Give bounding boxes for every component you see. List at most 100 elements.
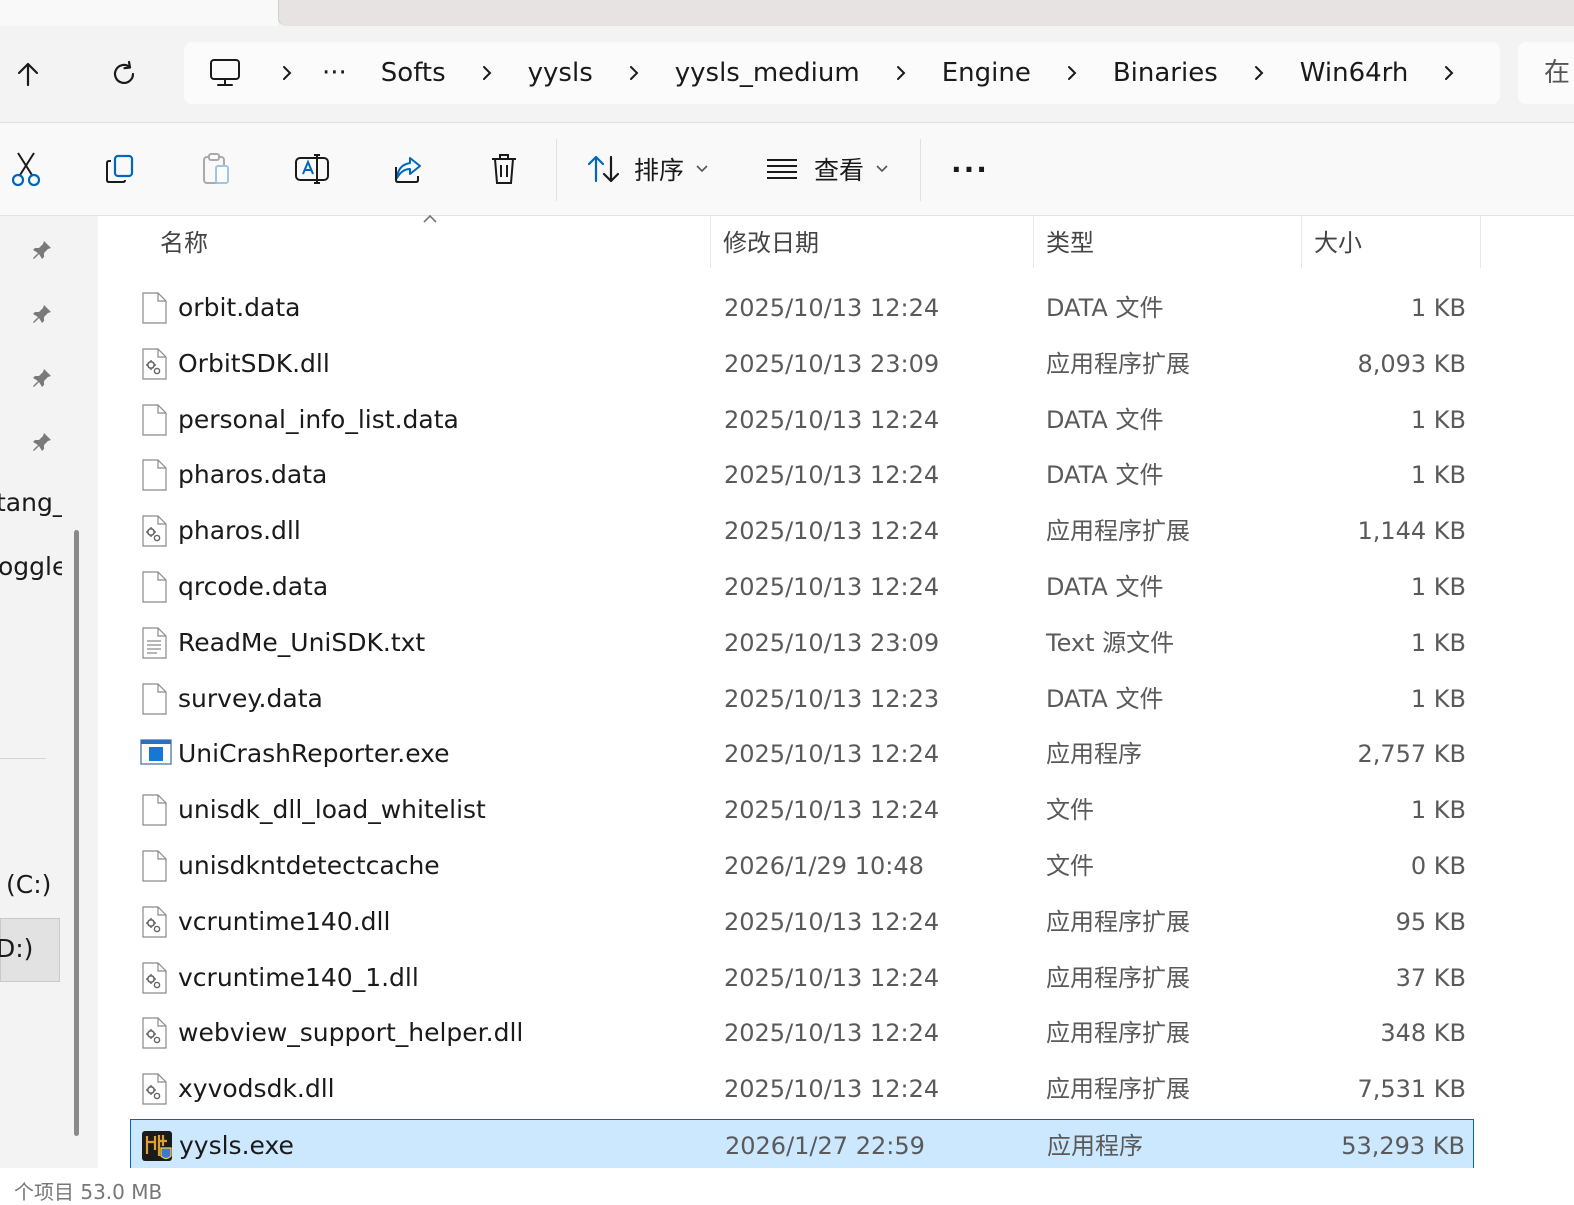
this-pc-icon[interactable]	[208, 57, 250, 89]
pane-splitter[interactable]	[62, 216, 98, 1168]
column-header-size[interactable]: 大小	[1314, 216, 1362, 270]
chevron-right-icon[interactable]	[623, 62, 645, 84]
copy-button[interactable]	[100, 147, 140, 191]
file-row[interactable]: xyvodsdk.dll 2025/10/13 12:24 应用程序扩展 7,531 …	[130, 1063, 1474, 1115]
breadcrumb-item-yysls[interactable]: yysls	[528, 58, 593, 88]
status-text: 个项目 53.0 MB	[14, 1180, 163, 1204]
chevron-right-icon[interactable]	[476, 62, 498, 84]
navigation-pane: tang_ oggle (C:) D:)	[0, 216, 62, 1168]
file-name: vcruntime140_1.dll	[178, 962, 419, 992]
breadcrumb-item-binaries[interactable]: Binaries	[1113, 58, 1218, 88]
breadcrumb-item-yysls-medium[interactable]: yysls_medium	[675, 58, 860, 88]
file-type: DATA 文件	[1046, 405, 1164, 434]
view-button[interactable]: 查看	[764, 147, 890, 191]
cut-button[interactable]	[6, 147, 46, 191]
blank-file-icon	[140, 850, 168, 882]
dll-file-icon	[140, 348, 168, 380]
column-header-name[interactable]: 名称	[160, 216, 208, 270]
exe-window-icon	[140, 738, 172, 770]
column-divider[interactable]	[1480, 216, 1481, 268]
breadcrumb: ··· Softs yysls yysls_medium Engine Bina…	[184, 42, 1460, 104]
pin-icon[interactable]	[30, 430, 54, 454]
share-button[interactable]	[388, 147, 428, 191]
file-row[interactable]: vcruntime140.dll 2025/10/13 12:24 应用程序扩展 95…	[130, 896, 1474, 948]
chevron-right-icon[interactable]	[890, 62, 912, 84]
file-row[interactable]: personal_info_list.data 2025/10/13 12:24 D…	[130, 394, 1474, 446]
column-divider[interactable]	[710, 216, 711, 268]
up-button[interactable]	[8, 54, 48, 94]
paste-button[interactable]	[196, 147, 236, 191]
address-bar[interactable]: ··· Softs yysls yysls_medium Engine Bina…	[184, 42, 1500, 104]
file-type: DATA 文件	[1046, 573, 1164, 601]
active-tab[interactable]	[0, 0, 278, 26]
file-row[interactable]: qrcode.data 2025/10/13 12:24 DATA 文件 1 KB	[130, 561, 1474, 613]
chevron-right-icon[interactable]	[276, 62, 298, 84]
nav-item-drive-c[interactable]: (C:)	[6, 870, 51, 899]
file-type: 应用程序	[1047, 1132, 1143, 1160]
pin-icon[interactable]	[30, 238, 54, 262]
file-type: Text 源文件	[1046, 628, 1175, 657]
file-row[interactable]: webview_support_helper.dll 2025/10/13 12:…	[130, 1007, 1474, 1059]
file-row[interactable]: unisdk_dll_load_whitelist 2025/10/13 12:2…	[130, 784, 1474, 836]
file-row[interactable]: pharos.dll 2025/10/13 12:24 应用程序扩展 1,144 KB	[130, 505, 1474, 557]
nav-item-quick-access[interactable]: oggle	[0, 552, 62, 581]
file-date: 2025/10/13 12:24	[724, 1019, 940, 1048]
chevron-right-icon[interactable]	[1438, 62, 1460, 84]
column-header-date[interactable]: 修改日期	[723, 216, 819, 270]
file-size: 0 KB	[1410, 852, 1466, 880]
file-name: personal_info_list.data	[178, 404, 459, 434]
copy-icon	[106, 154, 134, 183]
breadcrumb-item-win64rh[interactable]: Win64rh	[1300, 58, 1409, 88]
file-row[interactable]: orbit.data 2025/10/13 12:24 DATA 文件 1 KB	[130, 282, 1474, 334]
file-row[interactable]: ReadMe_UniSDK.txt 2025/10/13 23:09 Text 源文…	[130, 617, 1474, 669]
file-date: 2025/10/13 12:24	[724, 740, 940, 769]
refresh-button[interactable]	[104, 54, 144, 94]
sort-button[interactable]: 排序	[586, 147, 710, 191]
dll-file-icon	[140, 1017, 168, 1049]
file-date: 2025/10/13 12:24	[724, 573, 940, 601]
pin-icon[interactable]	[30, 366, 54, 390]
rename-button[interactable]	[292, 147, 332, 191]
file-row[interactable]: vcruntime140_1.dll 2025/10/13 12:24 应用程序扩展…	[130, 952, 1474, 1004]
file-type: 文件	[1046, 852, 1094, 880]
paste-icon	[203, 153, 229, 184]
sort-label: 排序	[634, 156, 685, 185]
file-row[interactable]: unisdkntdetectcache 2026/1/29 10:48 文件 0 KB	[130, 840, 1474, 892]
nav-item-drive-d[interactable]: D:)	[0, 934, 33, 963]
pin-icon[interactable]	[30, 302, 54, 326]
file-date: 2025/10/13 12:24	[724, 1075, 940, 1104]
file-row[interactable]: UniCrashReporter.exe 2025/10/13 12:24 应用程序…	[130, 728, 1474, 780]
file-name: survey.data	[178, 683, 323, 713]
column-divider[interactable]	[1033, 216, 1034, 268]
more-options-button[interactable]: ···	[948, 147, 992, 191]
file-name: pharos.dll	[178, 516, 301, 546]
file-date: 2025/10/13 12:24	[724, 461, 940, 490]
file-name: UniCrashReporter.exe	[178, 739, 450, 769]
breadcrumb-item-engine[interactable]: Engine	[942, 58, 1031, 88]
sort-ascending-icon	[423, 214, 437, 223]
file-type: 应用程序扩展	[1046, 517, 1190, 546]
file-row[interactable]: survey.data 2025/10/13 12:23 DATA 文件 1 KB	[130, 673, 1474, 725]
breadcrumb-more[interactable]: ···	[322, 58, 347, 88]
delete-button[interactable]	[484, 147, 524, 191]
breadcrumb-item-softs[interactable]: Softs	[381, 58, 446, 88]
dll-file-icon	[140, 1073, 168, 1105]
file-size: 1 KB	[1410, 684, 1466, 713]
chevron-right-icon[interactable]	[1061, 62, 1083, 84]
file-row[interactable]: pharos.data 2025/10/13 12:24 DATA 文件 1 KB	[130, 449, 1474, 501]
column-divider[interactable]	[1301, 216, 1302, 268]
dll-file-icon	[140, 515, 168, 547]
file-row[interactable]: OrbitSDK.dll 2025/10/13 23:09 应用程序扩展 8,093 …	[130, 338, 1474, 390]
chevron-right-icon[interactable]	[1248, 62, 1270, 84]
file-size: 95 KB	[1395, 907, 1466, 936]
file-date: 2025/10/13 12:24	[724, 294, 940, 322]
file-type: DATA 文件	[1046, 461, 1164, 490]
search-input[interactable]: 在	[1518, 42, 1574, 104]
file-date: 2026/1/27 22:59	[725, 1132, 925, 1160]
nav-scrollbar[interactable]	[74, 530, 79, 1136]
file-type: DATA 文件	[1046, 294, 1164, 322]
file-row-selected[interactable]: yysls.exe 2026/1/27 22:59 应用程序 53,293 KB	[130, 1119, 1474, 1171]
column-header-type[interactable]: 类型	[1046, 216, 1094, 270]
nav-item-quick-access[interactable]: tang_	[0, 488, 62, 517]
file-size: 1 KB	[1410, 405, 1466, 434]
